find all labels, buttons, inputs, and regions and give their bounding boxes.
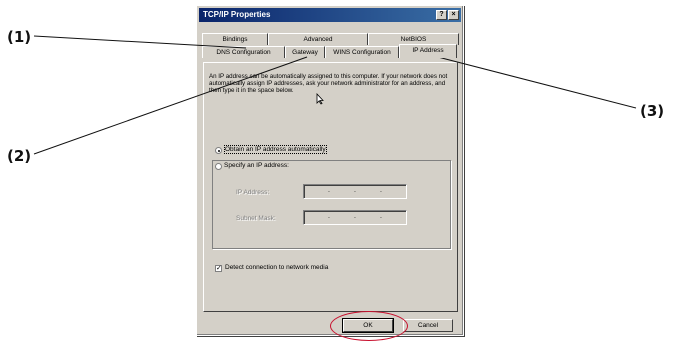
tab-bindings[interactable]: Bindings	[202, 33, 268, 45]
detect-connection-label[interactable]: Detect connection to network media	[225, 264, 328, 271]
tab-advanced[interactable]: Advanced	[268, 33, 368, 45]
specify-ip-label[interactable]: Specify an IP address:	[224, 162, 291, 169]
obtain-ip-label[interactable]: Obtain an IP address automatically	[224, 145, 327, 154]
ip-address-label: IP Address:	[236, 189, 270, 196]
ok-highlight-circle	[330, 311, 408, 341]
cancel-button[interactable]: Cancel	[403, 319, 453, 332]
specify-ip-radio[interactable]	[215, 163, 222, 170]
detect-connection-checkbox[interactable]: ✓	[215, 265, 222, 272]
description-text: An IP address can be automatically assig…	[209, 73, 448, 95]
callout-1: (1)	[7, 28, 32, 46]
subnet-mask-label: Subnet Mask:	[236, 215, 276, 222]
mouse-cursor-icon	[316, 93, 324, 105]
tab-ip-address[interactable]: IP Address	[399, 44, 457, 58]
subnet-mask-field[interactable]: ...	[303, 210, 407, 225]
help-button[interactable]: ?	[436, 10, 447, 20]
title-bar: TCP/IP Properties ? ×	[199, 8, 461, 22]
close-button[interactable]: ×	[448, 10, 459, 20]
window-title: TCP/IP Properties	[203, 10, 271, 19]
ip-address-field[interactable]: ...	[303, 184, 407, 199]
callout-3: (3)	[640, 102, 665, 120]
ip-address-panel: An IP address can be automatically assig…	[203, 62, 458, 312]
tcpip-properties-dialog: TCP/IP Properties ? × Bindings Advanced …	[196, 5, 464, 336]
tab-dns-configuration[interactable]: DNS Configuration	[202, 46, 285, 58]
tab-gateway[interactable]: Gateway	[285, 46, 325, 58]
callout-2: (2)	[7, 147, 32, 165]
obtain-ip-radio[interactable]	[215, 147, 222, 154]
specify-ip-group	[212, 160, 451, 249]
tab-wins-configuration[interactable]: WINS Configuration	[325, 46, 399, 58]
